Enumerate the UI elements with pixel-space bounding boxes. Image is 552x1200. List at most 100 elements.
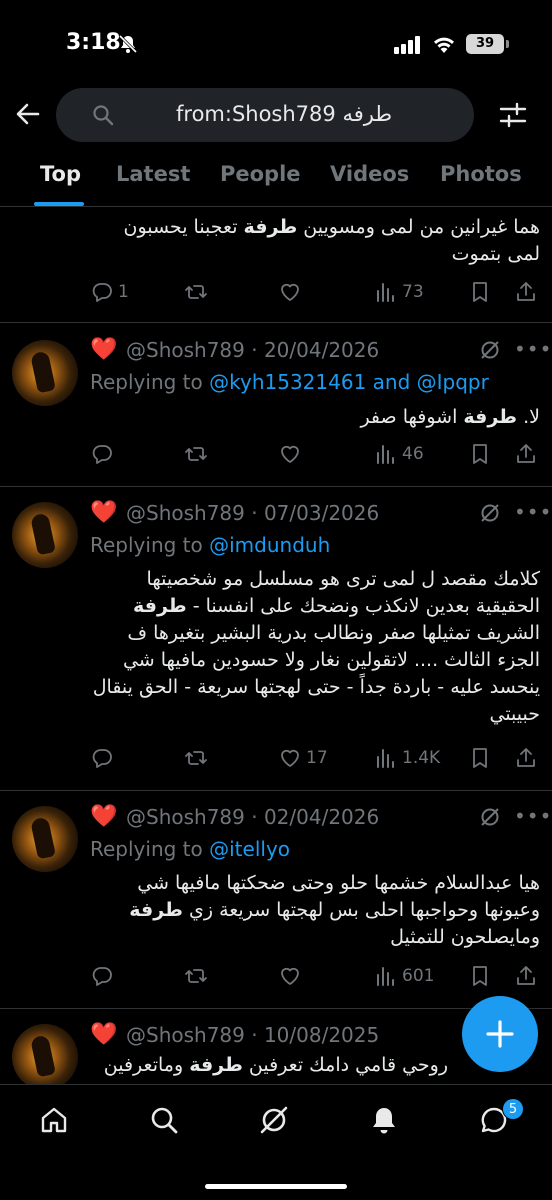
tweet-text-segment: ومايصلحون للتمثيل [390,926,540,948]
notifications-icon[interactable] [368,1104,400,1136]
avatar[interactable] [12,340,78,406]
tweet-handle-date[interactable]: @Shosh789 · 20/04/2026 [126,338,379,362]
replying-to-label: Replying to [90,533,210,557]
compose-button[interactable] [462,996,538,1072]
repost-button[interactable] [184,964,208,990]
share-icon [517,282,535,301]
highlighted-keyword: طرفة [243,216,298,238]
tweet-text-segment: كلامك مقصد ل لمى ترى هو مسلسل مو شخصيتها… [146,568,540,617]
like-button[interactable]: 17 [278,746,328,772]
avatar[interactable] [12,806,78,872]
tweet-handle-date[interactable]: @Shosh789 · 02/04/2026 [126,805,379,829]
grok-icon[interactable] [478,338,502,362]
grok-icon[interactable] [258,1104,290,1136]
repost-button[interactable] [184,442,208,468]
tweet-text: كلامك مقصد ل لمى ترى هو مسلسل مو شخصيتها… [88,566,540,728]
tweet-text-segment: وماتعرفين [103,1054,190,1076]
highlighted-keyword: طرفة [463,406,518,428]
share-icon [517,966,535,985]
battery-indicator: 39 [466,34,504,54]
bookmark-icon [473,966,487,986]
views-icon [377,445,394,464]
like-count: 17 [306,748,328,768]
views-count: 46 [402,444,424,464]
views-button[interactable]: 1.4K [374,746,440,772]
tweet-handle-date[interactable]: @Shosh789 · 07/03/2026 [126,501,379,525]
home-indicator [205,1184,347,1189]
more-options-icon[interactable]: ••• [514,502,551,527]
battery-nub [506,40,509,48]
tweet-text-segment: هما غيرانين من لمى ومسويين [297,216,540,238]
like-button[interactable] [278,442,302,468]
search-query[interactable]: from:Shosh789 طرفه [176,102,392,126]
like-icon [281,445,299,463]
like-icon [281,967,299,985]
tab-top[interactable]: Top [40,162,81,186]
grok-icon[interactable] [478,501,502,525]
home-icon[interactable] [38,1104,70,1136]
views-button[interactable]: 46 [374,442,424,468]
share-icon [517,444,535,463]
bookmark-icon [473,444,487,464]
heart-emoji: ❤️ [90,1022,118,1047]
tweet-divider [0,486,552,487]
replying-to: Replying to @itellyo [90,837,290,861]
views-button[interactable]: 73 [374,280,424,306]
more-options-icon[interactable]: ••• [514,806,551,831]
like-button[interactable] [278,280,302,306]
reply-button[interactable]: 1 [90,280,129,306]
bell-off-icon [118,34,138,54]
tab-people[interactable]: People [220,162,301,186]
reply-icon [92,749,112,768]
tweet-handle-date[interactable]: @Shosh789 · 10/08/2025 [126,1023,379,1047]
reply-button[interactable] [90,964,114,990]
bookmark-icon [473,282,487,302]
bookmark-button[interactable] [468,442,492,468]
tweet-text-segment: روحي قامي دامك تعرفين [242,1054,448,1076]
grok-icon[interactable] [478,805,502,829]
mention-link[interactable]: @imdunduh [209,533,330,557]
messages-badge: 5 [502,1098,524,1120]
reply-count: 1 [118,282,129,302]
views-icon [377,749,394,768]
repost-button[interactable] [184,280,208,306]
tab-videos[interactable]: Videos [330,162,409,186]
bookmark-button[interactable] [468,964,492,990]
bookmark-button[interactable] [468,746,492,772]
like-icon [281,749,299,767]
views-button[interactable]: 601 [374,964,434,990]
avatar[interactable] [12,502,78,568]
mention-link[interactable]: @kyh15321461 and @Ipqpr [209,370,489,394]
heart-emoji: ❤️ [90,337,118,362]
share-button[interactable] [514,442,538,468]
tab-photos[interactable]: Photos [440,162,522,186]
bottom-nav [0,1084,552,1200]
signal-icon [394,36,420,54]
tweet-divider [0,322,552,323]
share-button[interactable] [514,280,538,306]
tab-latest[interactable]: Latest [116,162,190,186]
search-icon[interactable] [148,1104,180,1136]
share-button[interactable] [514,964,538,990]
tweet-text-segment: هيا عبدالسلام خشمها حلو وحتى ضحكتها مافي… [137,872,540,921]
views-count: 601 [402,966,435,986]
share-button[interactable] [514,746,538,772]
tweet-divider [0,790,552,791]
reply-icon [92,445,112,464]
mention-link[interactable]: @itellyo [209,837,290,861]
like-button[interactable] [278,964,302,990]
back-arrow-icon[interactable] [14,100,42,128]
avatar[interactable] [12,1024,78,1090]
tabs-divider [0,206,552,207]
repost-button[interactable] [184,746,208,772]
repost-icon [185,969,207,983]
more-options-icon[interactable]: ••• [514,339,551,364]
bookmark-button[interactable] [468,280,492,306]
reply-button[interactable] [90,746,114,772]
share-icon [517,748,535,767]
reply-button[interactable] [90,442,114,468]
filter-settings-icon[interactable] [498,100,528,130]
views-icon [377,967,394,986]
tweet-text-segment: اشوفها صفر [360,406,464,428]
replying-to: Replying to @kyh15321461 and @Ipqpr [90,370,489,394]
